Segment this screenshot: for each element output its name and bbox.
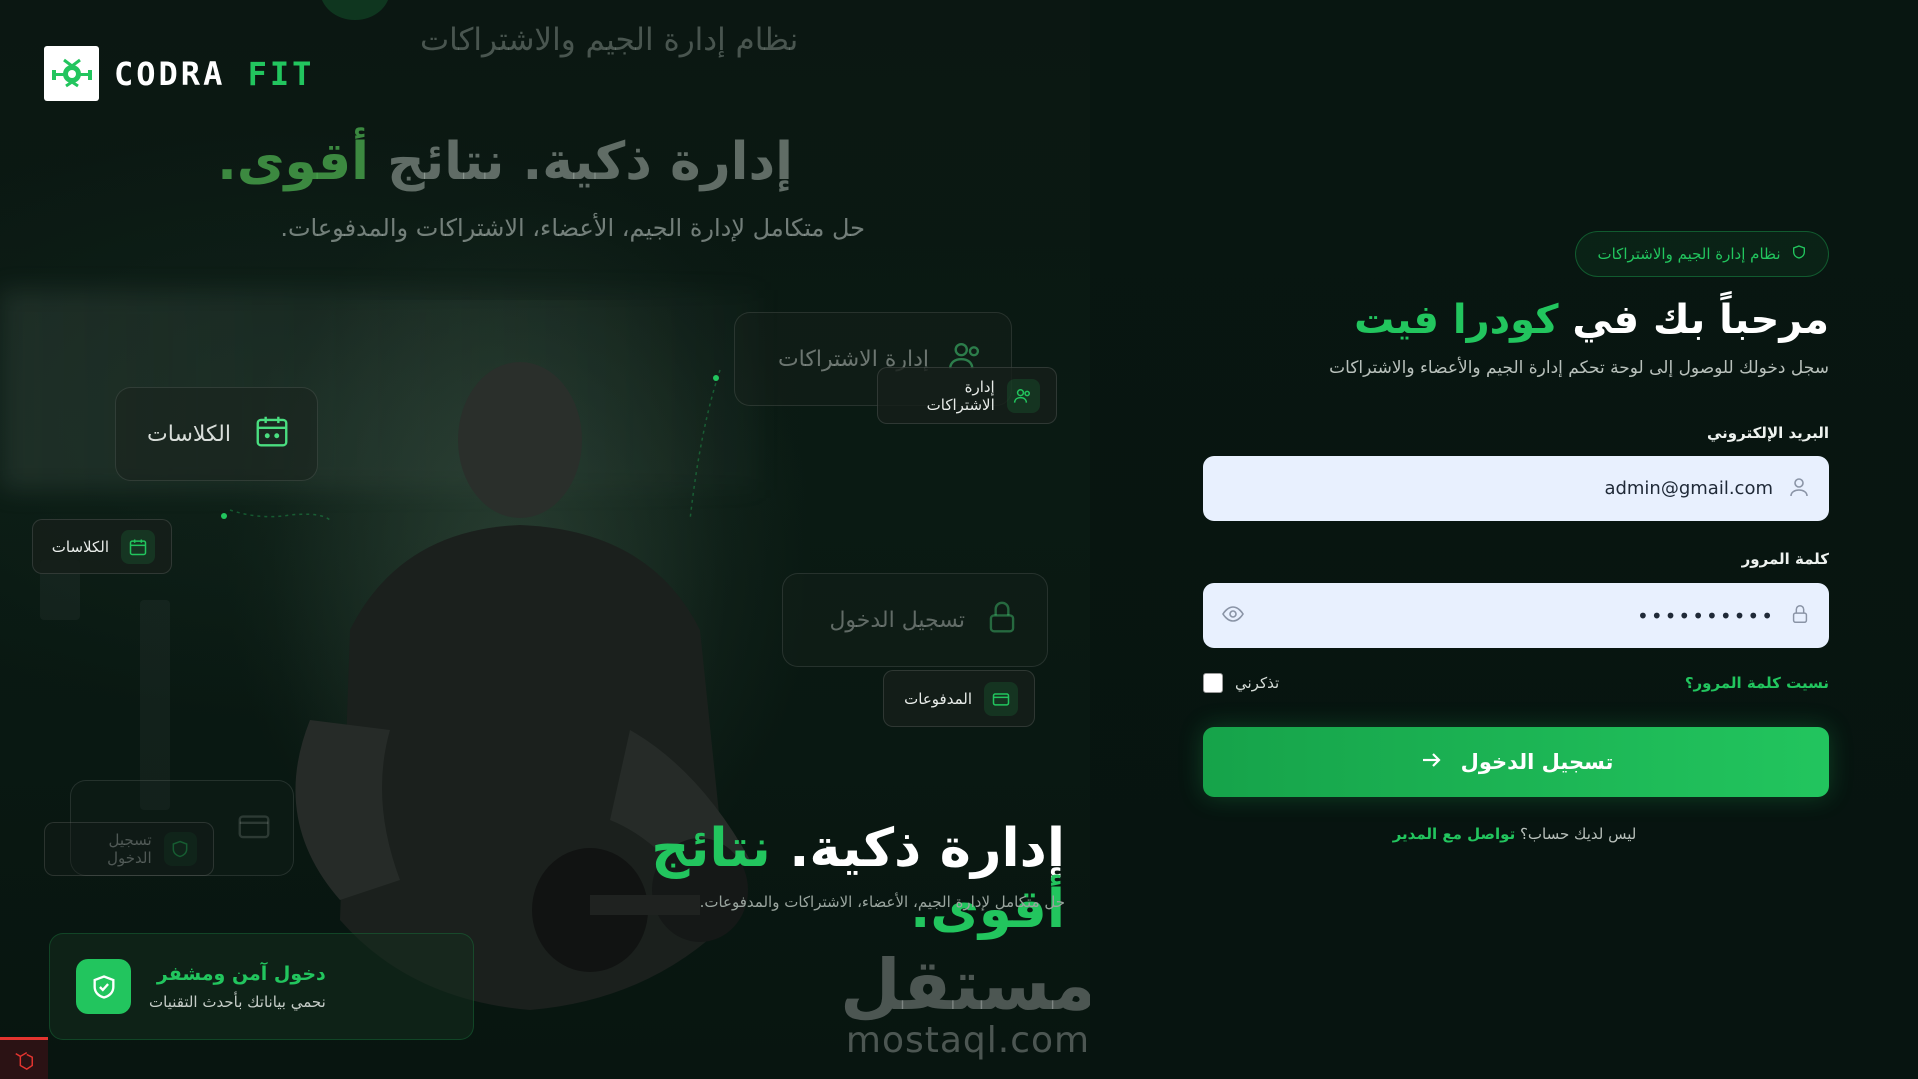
signup-prompt: ليس لديك حساب؟ تواصل مع المدير — [1200, 825, 1829, 843]
remember-checkbox[interactable] — [1203, 673, 1223, 693]
classes-chip-label: الكلاسات — [51, 537, 109, 556]
brand-name-accent: FIT — [247, 54, 315, 93]
shield-check-icon — [76, 959, 131, 1014]
hero-heading-text: إدارة ذكية. — [770, 818, 1065, 879]
email-field-box[interactable] — [1203, 456, 1829, 521]
login-chip: تسجيل الدخول — [44, 822, 214, 876]
remember-me[interactable]: تذكرني — [1203, 673, 1279, 693]
secure-login-card: دخول آمن ومشفر نحمي بياناتك بأحدث التقني… — [49, 933, 474, 1040]
ghost-logo-icon — [320, 0, 390, 20]
secure-title: دخول آمن ومشفر — [156, 962, 326, 985]
subscriptions-chip-label: إدارة الاشتراكات — [926, 377, 995, 414]
watermark-arabic: مستقل — [840, 944, 1090, 1026]
password-label: كلمة المرور — [1741, 550, 1829, 568]
login-card-label: تسجيل الدخول — [829, 607, 965, 633]
secure-subtitle: نحمي بياناتك بأحدث التقنيات — [149, 992, 326, 1011]
brand-name: CODRA FIT — [114, 55, 314, 93]
remember-label: تذكرني — [1235, 674, 1280, 692]
lock-icon — [1789, 603, 1811, 629]
hero-panel: نظام إدارة الجيم والاشتراكات إدارة ذكية.… — [0, 0, 1090, 1079]
watermark-latin: mostaql.com — [845, 1020, 1090, 1061]
login-card-large: تسجيل الدخول — [782, 573, 1048, 667]
user-icon — [1787, 475, 1811, 503]
subscriptions-chip: إدارة الاشتراكات — [877, 367, 1057, 424]
laravel-icon[interactable] — [0, 1037, 48, 1079]
email-label: البريد الإلكتروني — [1707, 424, 1829, 442]
calendar-icon — [121, 529, 155, 564]
ghost-description: حل متكامل لإدارة الجيم، الأعضاء، الاشترا… — [280, 214, 865, 242]
credit-card-icon — [235, 807, 273, 849]
no-account-text: ليس لديك حساب؟ — [1515, 825, 1637, 843]
ghost-subtitle: نظام إدارة الجيم والاشتراكات — [420, 22, 799, 58]
welcome-subtitle: سجل دخولك للوصول إلى لوحة تحكم إدارة الج… — [1329, 358, 1829, 378]
brand[interactable]: CODRA FIT — [44, 46, 314, 101]
login-button[interactable]: تسجيل الدخول — [1203, 727, 1829, 797]
system-badge: نظام إدارة الجيم والاشتراكات — [1575, 231, 1829, 277]
payments-chip: المدفوعات — [883, 670, 1035, 727]
secure-text: دخول آمن ومشفر نحمي بياناتك بأحدث التقني… — [149, 963, 326, 1011]
classes-card-large: الكلاسات — [115, 387, 318, 481]
login-chip-label: تسجيل الدخول — [107, 831, 152, 867]
users-icon — [1006, 378, 1040, 413]
contact-admin-link[interactable]: تواصل مع المدير — [1393, 825, 1516, 843]
login-panel — [1090, 0, 1918, 1079]
system-badge-label: نظام إدارة الجيم والاشتراكات — [1597, 245, 1781, 263]
hero-heading: إدارة ذكية. نتائج أقوى. — [560, 818, 1065, 940]
ghost-heading-text: إدارة ذكية. نتائج — [369, 132, 793, 192]
classes-card-label: الكلاسات — [147, 421, 231, 447]
calendar-icon — [253, 412, 291, 456]
brand-name-primary: CODRA — [114, 54, 226, 93]
brand-logo-icon — [44, 46, 99, 101]
watermark: مستقل mostaql.com — [840, 950, 1090, 1061]
ghost-heading: إدارة ذكية. نتائج أقوى. — [217, 132, 793, 192]
payments-chip-label: المدفوعات — [904, 689, 972, 708]
arrow-right-icon — [1419, 748, 1443, 777]
shield-icon — [1791, 244, 1807, 264]
gym-rack-shape — [140, 600, 170, 810]
ghost-heading-accent: أقوى. — [217, 132, 369, 192]
welcome-heading: مرحباً بك في كودرا فيت — [1200, 297, 1829, 343]
shield-icon — [163, 832, 197, 866]
lock-icon — [983, 598, 1021, 642]
welcome-text: مرحباً بك في — [1558, 297, 1829, 343]
password-input[interactable] — [1259, 603, 1775, 628]
hero-description: حل متكامل لإدارة الجيم، الأعضاء، الاشترا… — [699, 893, 1065, 911]
login-button-label: تسجيل الدخول — [1460, 750, 1614, 774]
password-field-box[interactable] — [1203, 583, 1829, 648]
welcome-accent: كودرا فيت — [1354, 297, 1559, 343]
eye-icon[interactable] — [1221, 602, 1245, 630]
forgot-password-link[interactable]: نسيت كلمة المرور؟ — [1685, 674, 1829, 692]
credit-card-icon — [984, 681, 1018, 716]
classes-chip: الكلاسات — [32, 519, 172, 574]
email-input[interactable] — [1221, 478, 1773, 499]
